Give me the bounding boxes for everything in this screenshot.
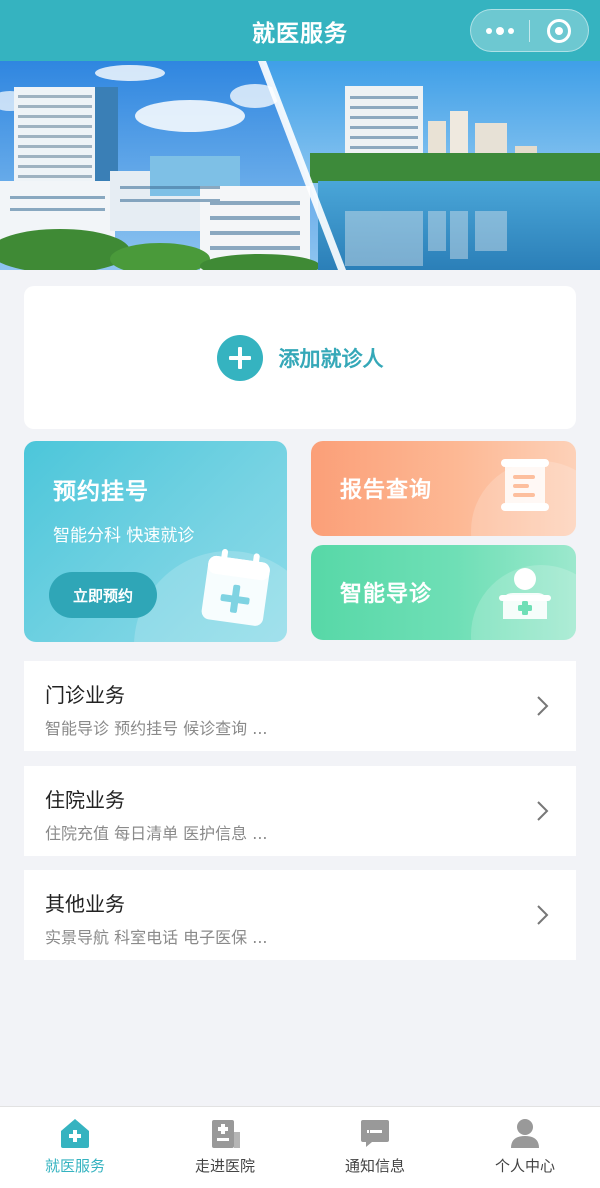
mini-program-capsule [470, 9, 589, 52]
hospital-building-icon [207, 1115, 243, 1151]
hospital-photo [0, 61, 600, 270]
booking-subtitle: 智能分科 快速就诊 [53, 526, 195, 546]
more-dots-icon [486, 26, 514, 35]
doctor-icon [499, 568, 551, 619]
close-mini-program-button[interactable] [530, 10, 588, 51]
target-icon [547, 18, 571, 43]
chevron-right-icon [537, 905, 549, 925]
tab-about-hospital[interactable]: 走进医院 [150, 1107, 300, 1188]
navigation-bar: 就医服务 [0, 0, 600, 61]
user-icon [507, 1115, 543, 1151]
business-desc: 实景导航 科室电话 电子医保 ... [45, 928, 268, 947]
booking-title: 预约挂号 [53, 479, 149, 505]
business-name: 门诊业务 [45, 683, 125, 707]
message-icon [357, 1115, 393, 1151]
home-plus-icon [57, 1115, 93, 1151]
page-title: 就医服务 [252, 20, 348, 47]
report-query-card[interactable]: 报告查询 [311, 441, 576, 536]
scroll-document-icon [501, 459, 549, 511]
tab-label: 个人中心 [494, 1157, 555, 1175]
business-name: 其他业务 [45, 892, 125, 916]
add-patient-label: 添加就诊人 [278, 346, 384, 371]
business-name: 住院业务 [45, 788, 125, 812]
add-patient-card[interactable]: 添加就诊人 [24, 286, 576, 429]
chevron-right-icon [537, 696, 549, 716]
calendar-plus-icon [201, 548, 270, 626]
other-business-item[interactable]: 其他业务 实景导航 科室电话 电子医保 ... [24, 870, 576, 960]
tab-label: 通知信息 [344, 1157, 405, 1175]
outpatient-business-item[interactable]: 门诊业务 智能导诊 预约挂号 候诊查询 ... [24, 661, 576, 751]
more-menu-button[interactable] [471, 10, 529, 51]
tab-personal-center[interactable]: 个人中心 [450, 1107, 600, 1188]
inpatient-business-item[interactable]: 住院业务 住院充值 每日清单 医护信息 ... [24, 766, 576, 856]
tab-label: 走进医院 [194, 1157, 255, 1175]
guide-title: 智能导诊 [340, 582, 433, 607]
hospital-banner[interactable] [0, 61, 600, 270]
appointment-booking-card[interactable]: 预约挂号 智能分科 快速就诊 立即预约 [24, 441, 287, 642]
tab-label: 就医服务 [44, 1157, 105, 1175]
smart-triage-card[interactable]: 智能导诊 [311, 545, 576, 640]
book-now-button[interactable]: 立即预约 [49, 572, 157, 618]
tab-medical-services[interactable]: 就医服务 [0, 1107, 150, 1188]
chevron-right-icon [537, 801, 549, 821]
business-desc: 智能导诊 预约挂号 候诊查询 ... [45, 719, 268, 738]
business-desc: 住院充值 每日清单 医护信息 ... [45, 824, 268, 843]
bottom-tab-bar: 就医服务 走进医院 通知信息 个人中心 [0, 1106, 600, 1188]
plus-circle-icon [216, 334, 263, 381]
tab-notifications[interactable]: 通知信息 [300, 1107, 450, 1188]
report-title: 报告查询 [340, 478, 433, 503]
